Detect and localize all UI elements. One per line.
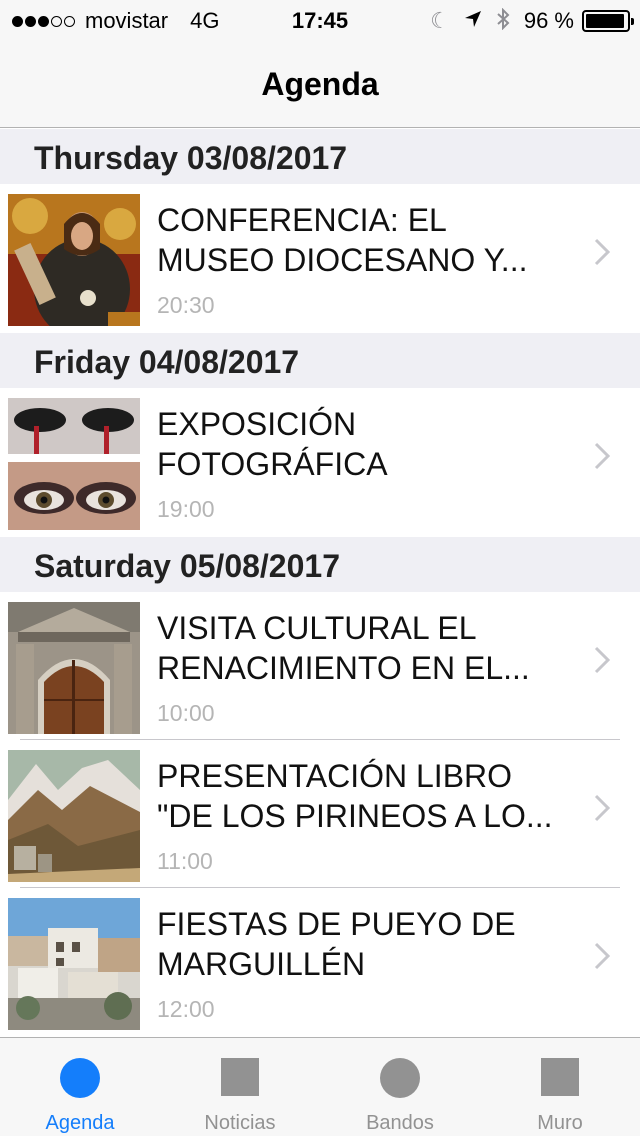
event-row[interactable]: EXPOSICIÓN FOTOGRÁFICA 19:00 (0, 388, 640, 537)
section-header: Thursday 03/08/2017 (0, 129, 640, 184)
event-time: 20:30 (157, 292, 215, 318)
location-arrow-icon (464, 10, 482, 32)
tab-label: Agenda (45, 1112, 115, 1134)
event-time: 12:00 (157, 996, 215, 1022)
event-row[interactable]: VISITA CULTURAL EL RENACIMIENTO EN EL...… (0, 592, 640, 740)
tab-label: Bandos (366, 1112, 434, 1134)
event-row[interactable]: CONFERENCIA: EL MUSEO DIOCESANO Y... 20:… (0, 184, 640, 333)
status-bar: movistar 4G 17:45 ☾ 96 % (0, 0, 640, 40)
event-thumbnail-village-photo (8, 898, 140, 1030)
chevron-right-icon (594, 442, 610, 470)
event-thumbnail-painted-eyes (8, 398, 140, 530)
battery-fill (586, 14, 625, 28)
chevron-right-icon (594, 646, 610, 674)
event-title: VISITA CULTURAL EL RENACIMIENTO EN EL... (157, 610, 530, 686)
moon-icon: ☾ (430, 8, 450, 33)
event-time: 19:00 (157, 496, 215, 522)
event-thumbnail-renaissance-doorway (8, 602, 140, 734)
tab-agenda[interactable]: Agenda (0, 1038, 160, 1136)
battery-percentage: 96 % (523, 8, 574, 33)
tab-noticias[interactable]: Noticias (160, 1038, 320, 1136)
circle-icon (60, 1058, 100, 1098)
event-title: FIESTAS DE PUEYO DE MARGUILLÉN (157, 906, 516, 982)
tab-bar: Agenda Noticias Bandos Muro (0, 1037, 640, 1136)
section-header: Friday 04/08/2017 (0, 333, 640, 388)
agenda-list[interactable]: Thursday 03/08/2017 CONFERENCIA: EL MUSE… (0, 129, 640, 1037)
tab-muro[interactable]: Muro (480, 1038, 640, 1136)
square-icon (541, 1058, 579, 1096)
event-title: EXPOSICIÓN FOTOGRÁFICA (157, 406, 388, 482)
chevron-right-icon (594, 238, 610, 266)
page-title: Agenda (261, 66, 379, 102)
navigation-bar: Agenda (0, 40, 640, 128)
event-title: CONFERENCIA: EL MUSEO DIOCESANO Y... (157, 202, 528, 278)
circle-icon (380, 1058, 420, 1098)
chevron-right-icon (594, 942, 610, 970)
event-row[interactable]: PRESENTACIÓN LIBRO "DE LOS PIRINEOS A LO… (0, 740, 640, 888)
tab-label: Muro (537, 1112, 583, 1134)
tab-bandos[interactable]: Bandos (320, 1038, 480, 1136)
chevron-right-icon (594, 794, 610, 822)
tab-label: Noticias (204, 1112, 276, 1134)
square-icon (221, 1058, 259, 1096)
event-thumbnail-religious-painting (8, 194, 140, 326)
event-time: 11:00 (157, 848, 213, 874)
event-title: PRESENTACIÓN LIBRO "DE LOS PIRINEOS A LO… (157, 758, 553, 834)
bluetooth-icon (496, 7, 510, 34)
battery-icon (582, 10, 634, 32)
event-row[interactable]: FIESTAS DE PUEYO DE MARGUILLÉN 12:00 (0, 888, 640, 1036)
section-header: Saturday 05/08/2017 (0, 537, 640, 592)
event-time: 10:00 (157, 700, 215, 726)
event-thumbnail-mountain-painting (8, 750, 140, 882)
status-right: ☾ 96 % (416, 7, 634, 34)
